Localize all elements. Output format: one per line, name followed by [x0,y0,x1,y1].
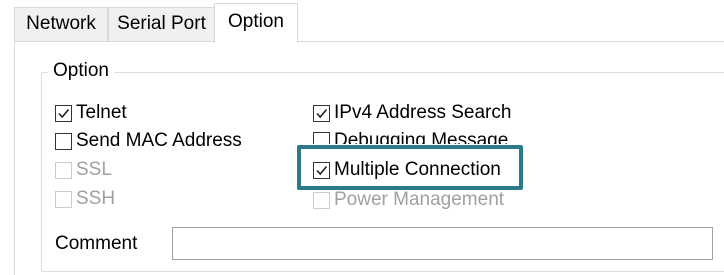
checkbox-box [55,190,72,208]
multiple-connection-checkbox[interactable]: Multiple Connection [313,157,501,183]
send-mac-address-checkbox[interactable]: Send MAC Address [55,128,242,154]
comment-input[interactable] [172,227,713,260]
telnet-checkbox[interactable]: Telnet [55,100,127,126]
ssl-checkbox: SSL [55,157,112,183]
checkbox-box[interactable] [313,132,330,144]
debugging-message-checkbox[interactable]: Debugging Message [313,128,508,144]
option-group-title: Option [48,59,114,83]
ipv4-address-search-checkbox[interactable]: IPv4 Address Search [313,100,511,126]
check-icon [316,165,328,175]
debugging-message-label: Debugging Message [334,130,509,144]
telnet-label: Telnet [76,102,127,123]
ssh-label: SSH [76,188,116,209]
ssl-label: SSL [76,159,112,180]
multiple-connection-label: Multiple Connection [334,159,501,180]
power-management-checkbox: Power Management [313,187,504,213]
checkbox-box [313,191,330,209]
power-management-label: Power Management [334,189,505,210]
ipv4-address-search-label: IPv4 Address Search [334,102,512,123]
tab-option[interactable]: Option [214,3,298,43]
tab-serial-port[interactable]: Serial Port [108,7,215,41]
tab-network[interactable]: Network [14,7,108,41]
check-icon [316,108,328,118]
checkbox-box[interactable] [313,161,330,179]
ssh-checkbox: SSH [55,186,115,212]
comment-label: Comment [55,233,138,254]
send-mac-address-label: Send MAC Address [76,130,242,151]
checkbox-box [55,161,72,179]
checkbox-box[interactable] [55,132,72,150]
checkbox-box[interactable] [55,104,72,122]
checkbox-box[interactable] [313,104,330,122]
tab-strip: Network Serial Port Option [0,0,724,43]
check-icon [58,108,70,118]
